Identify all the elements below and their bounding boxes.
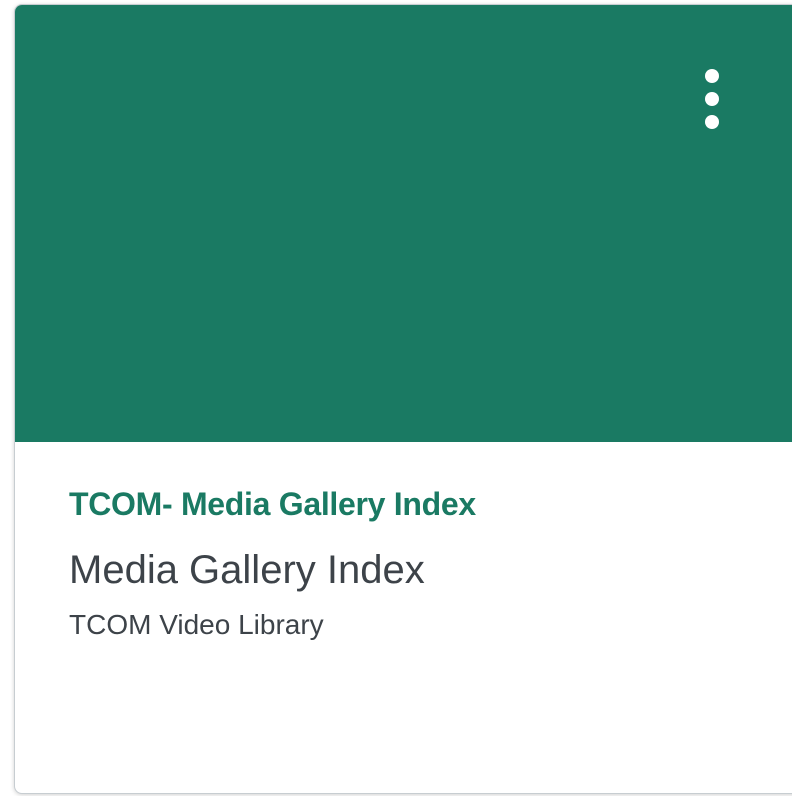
course-term: TCOM Video Library [69, 609, 324, 640]
course-card-body: TCOM- Media Gallery Index Media Gallery … [15, 442, 792, 793]
course-card[interactable]: TCOM- Media Gallery Index Media Gallery … [14, 4, 792, 794]
ellipsis-dot-middle [705, 92, 719, 106]
vertical-ellipsis-icon [705, 69, 719, 129]
ellipsis-dot-bottom [705, 115, 719, 129]
course-card-hero[interactable] [15, 5, 792, 442]
card-options-button[interactable] [695, 57, 729, 141]
ellipsis-dot-top [705, 69, 719, 83]
course-title: Media Gallery Index [69, 548, 425, 592]
course-code-link[interactable]: TCOM- Media Gallery Index [69, 486, 476, 523]
